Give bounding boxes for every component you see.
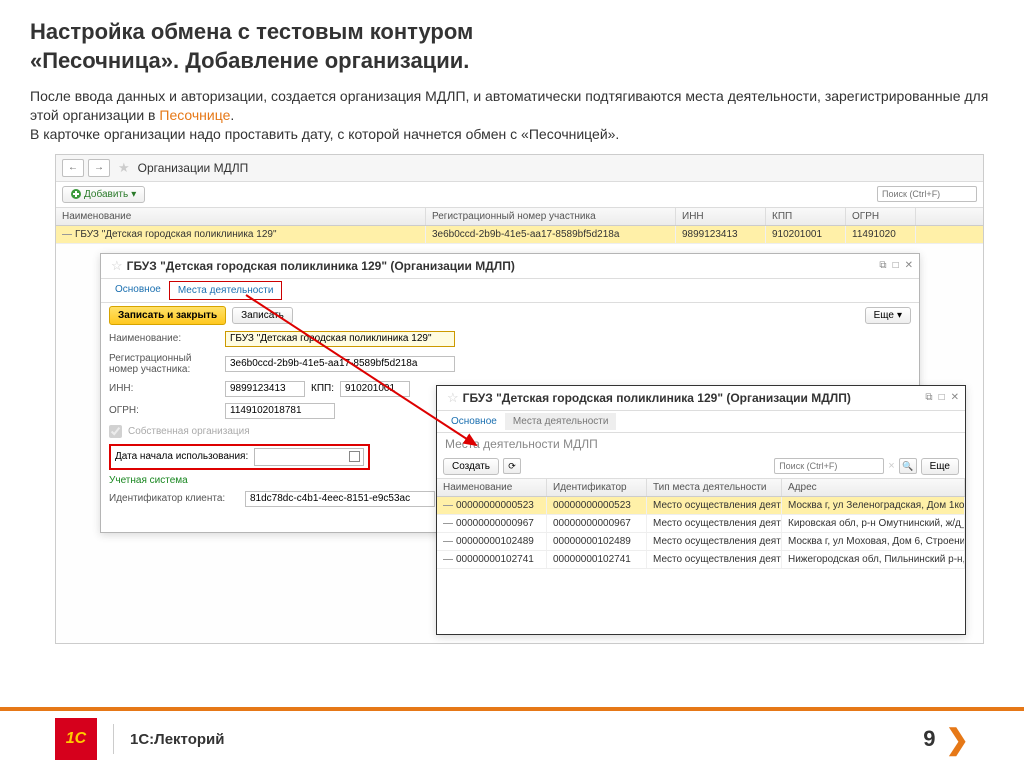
slide-footer: 1C 1С:Лекторий 9 ❯ <box>0 707 1024 767</box>
search-button[interactable]: 🔍 <box>899 458 917 474</box>
tab-places[interactable]: Места деятельности <box>505 413 617 430</box>
save-button[interactable]: Записать <box>232 307 293 324</box>
col-name[interactable]: Наименование <box>56 208 426 225</box>
table-row[interactable]: —0000000000096700000000000967Место осуще… <box>437 515 965 533</box>
places-window: ☆ ГБУЗ "Детская городская поликлиника 12… <box>436 385 966 635</box>
kpp-field[interactable] <box>340 381 410 397</box>
add-button[interactable]: Добавить ▾ <box>62 186 145 203</box>
search-input[interactable] <box>774 458 884 474</box>
tab-main[interactable]: Основное <box>443 413 505 430</box>
favorite-icon[interactable]: ☆ <box>111 258 123 274</box>
detach-icon[interactable]: ⧉ <box>925 392 932 403</box>
logo-1c: 1C <box>55 718 97 760</box>
more-button[interactable]: Еще <box>921 458 959 475</box>
col-reg[interactable]: Регистрационный номер участника <box>426 208 676 225</box>
row-icon: — <box>62 229 72 240</box>
calendar-icon <box>349 451 360 462</box>
chevron-right-icon: ❯ <box>946 723 969 756</box>
refresh-button[interactable]: ⟳ <box>503 458 521 474</box>
favorite-icon[interactable]: ★ <box>118 160 130 176</box>
maximize-icon[interactable]: □ <box>893 260 899 271</box>
sub-title: Места деятельности МДЛП <box>437 433 965 455</box>
col-addr[interactable]: Адрес <box>782 479 965 496</box>
inn-field[interactable] <box>225 381 305 397</box>
footer-text: 1С:Лекторий <box>130 731 224 748</box>
create-button[interactable]: Создать <box>443 458 499 475</box>
table-row[interactable]: —0000000010248900000000102489Место осуще… <box>437 533 965 551</box>
nav-back-button[interactable]: ← <box>62 159 84 177</box>
page-number: 9 <box>923 726 935 752</box>
col-id[interactable]: Идентификатор <box>547 479 647 496</box>
col-type[interactable]: Тип места деятельности <box>647 479 782 496</box>
nav-toolbar: ← → ★ Организации МДЛП <box>56 155 983 182</box>
window-title: ГБУЗ "Детская городская поликлиника 129"… <box>127 259 880 273</box>
col-name[interactable]: Наименование <box>437 479 547 496</box>
col-inn[interactable]: ИНН <box>676 208 766 225</box>
date-highlight-box: Дата начала использования: <box>109 444 370 470</box>
name-field[interactable] <box>225 331 455 347</box>
slide-title: Настройка обмена с тестовым контуром «Пе… <box>0 0 1024 79</box>
close-icon[interactable]: ✕ <box>951 392 959 403</box>
col-kpp[interactable]: КПП <box>766 208 846 225</box>
table-row[interactable]: —0000000000052300000000000523Место осуще… <box>437 497 965 515</box>
more-button[interactable]: Еще ▾ <box>865 307 911 324</box>
save-close-button[interactable]: Записать и закрыть <box>109 306 226 325</box>
client-id-field[interactable] <box>245 491 435 507</box>
plus-icon <box>71 189 81 199</box>
own-org-checkbox <box>109 425 122 438</box>
tab-main[interactable]: Основное <box>107 281 169 300</box>
reg-field[interactable] <box>225 356 455 372</box>
nav-forward-button[interactable]: → <box>88 159 110 177</box>
table-row[interactable]: —ГБУЗ "Детская городская поликлиника 129… <box>56 226 983 244</box>
search-input[interactable] <box>877 186 977 202</box>
col-ogrn[interactable]: ОГРН <box>846 208 916 225</box>
table-row[interactable]: —0000000010274100000000102741Место осуще… <box>437 551 965 569</box>
detach-icon[interactable]: ⧉ <box>879 260 886 271</box>
start-date-field[interactable] <box>254 448 364 466</box>
maximize-icon[interactable]: □ <box>939 392 945 403</box>
grid-header: Наименование Регистрационный номер участ… <box>56 208 983 226</box>
slide-description: После ввода данных и авторизации, создае… <box>0 79 1024 154</box>
window-title: ГБУЗ "Детская городская поликлиника 129"… <box>463 391 926 405</box>
close-icon[interactable]: ✕ <box>905 260 913 271</box>
page-title: Организации МДЛП <box>138 161 249 175</box>
app-window: ← → ★ Организации МДЛП Добавить ▾ Наимен… <box>55 154 984 644</box>
tab-places[interactable]: Места деятельности <box>169 281 283 300</box>
ogrn-field[interactable] <box>225 403 335 419</box>
favorite-icon[interactable]: ☆ <box>447 390 459 406</box>
